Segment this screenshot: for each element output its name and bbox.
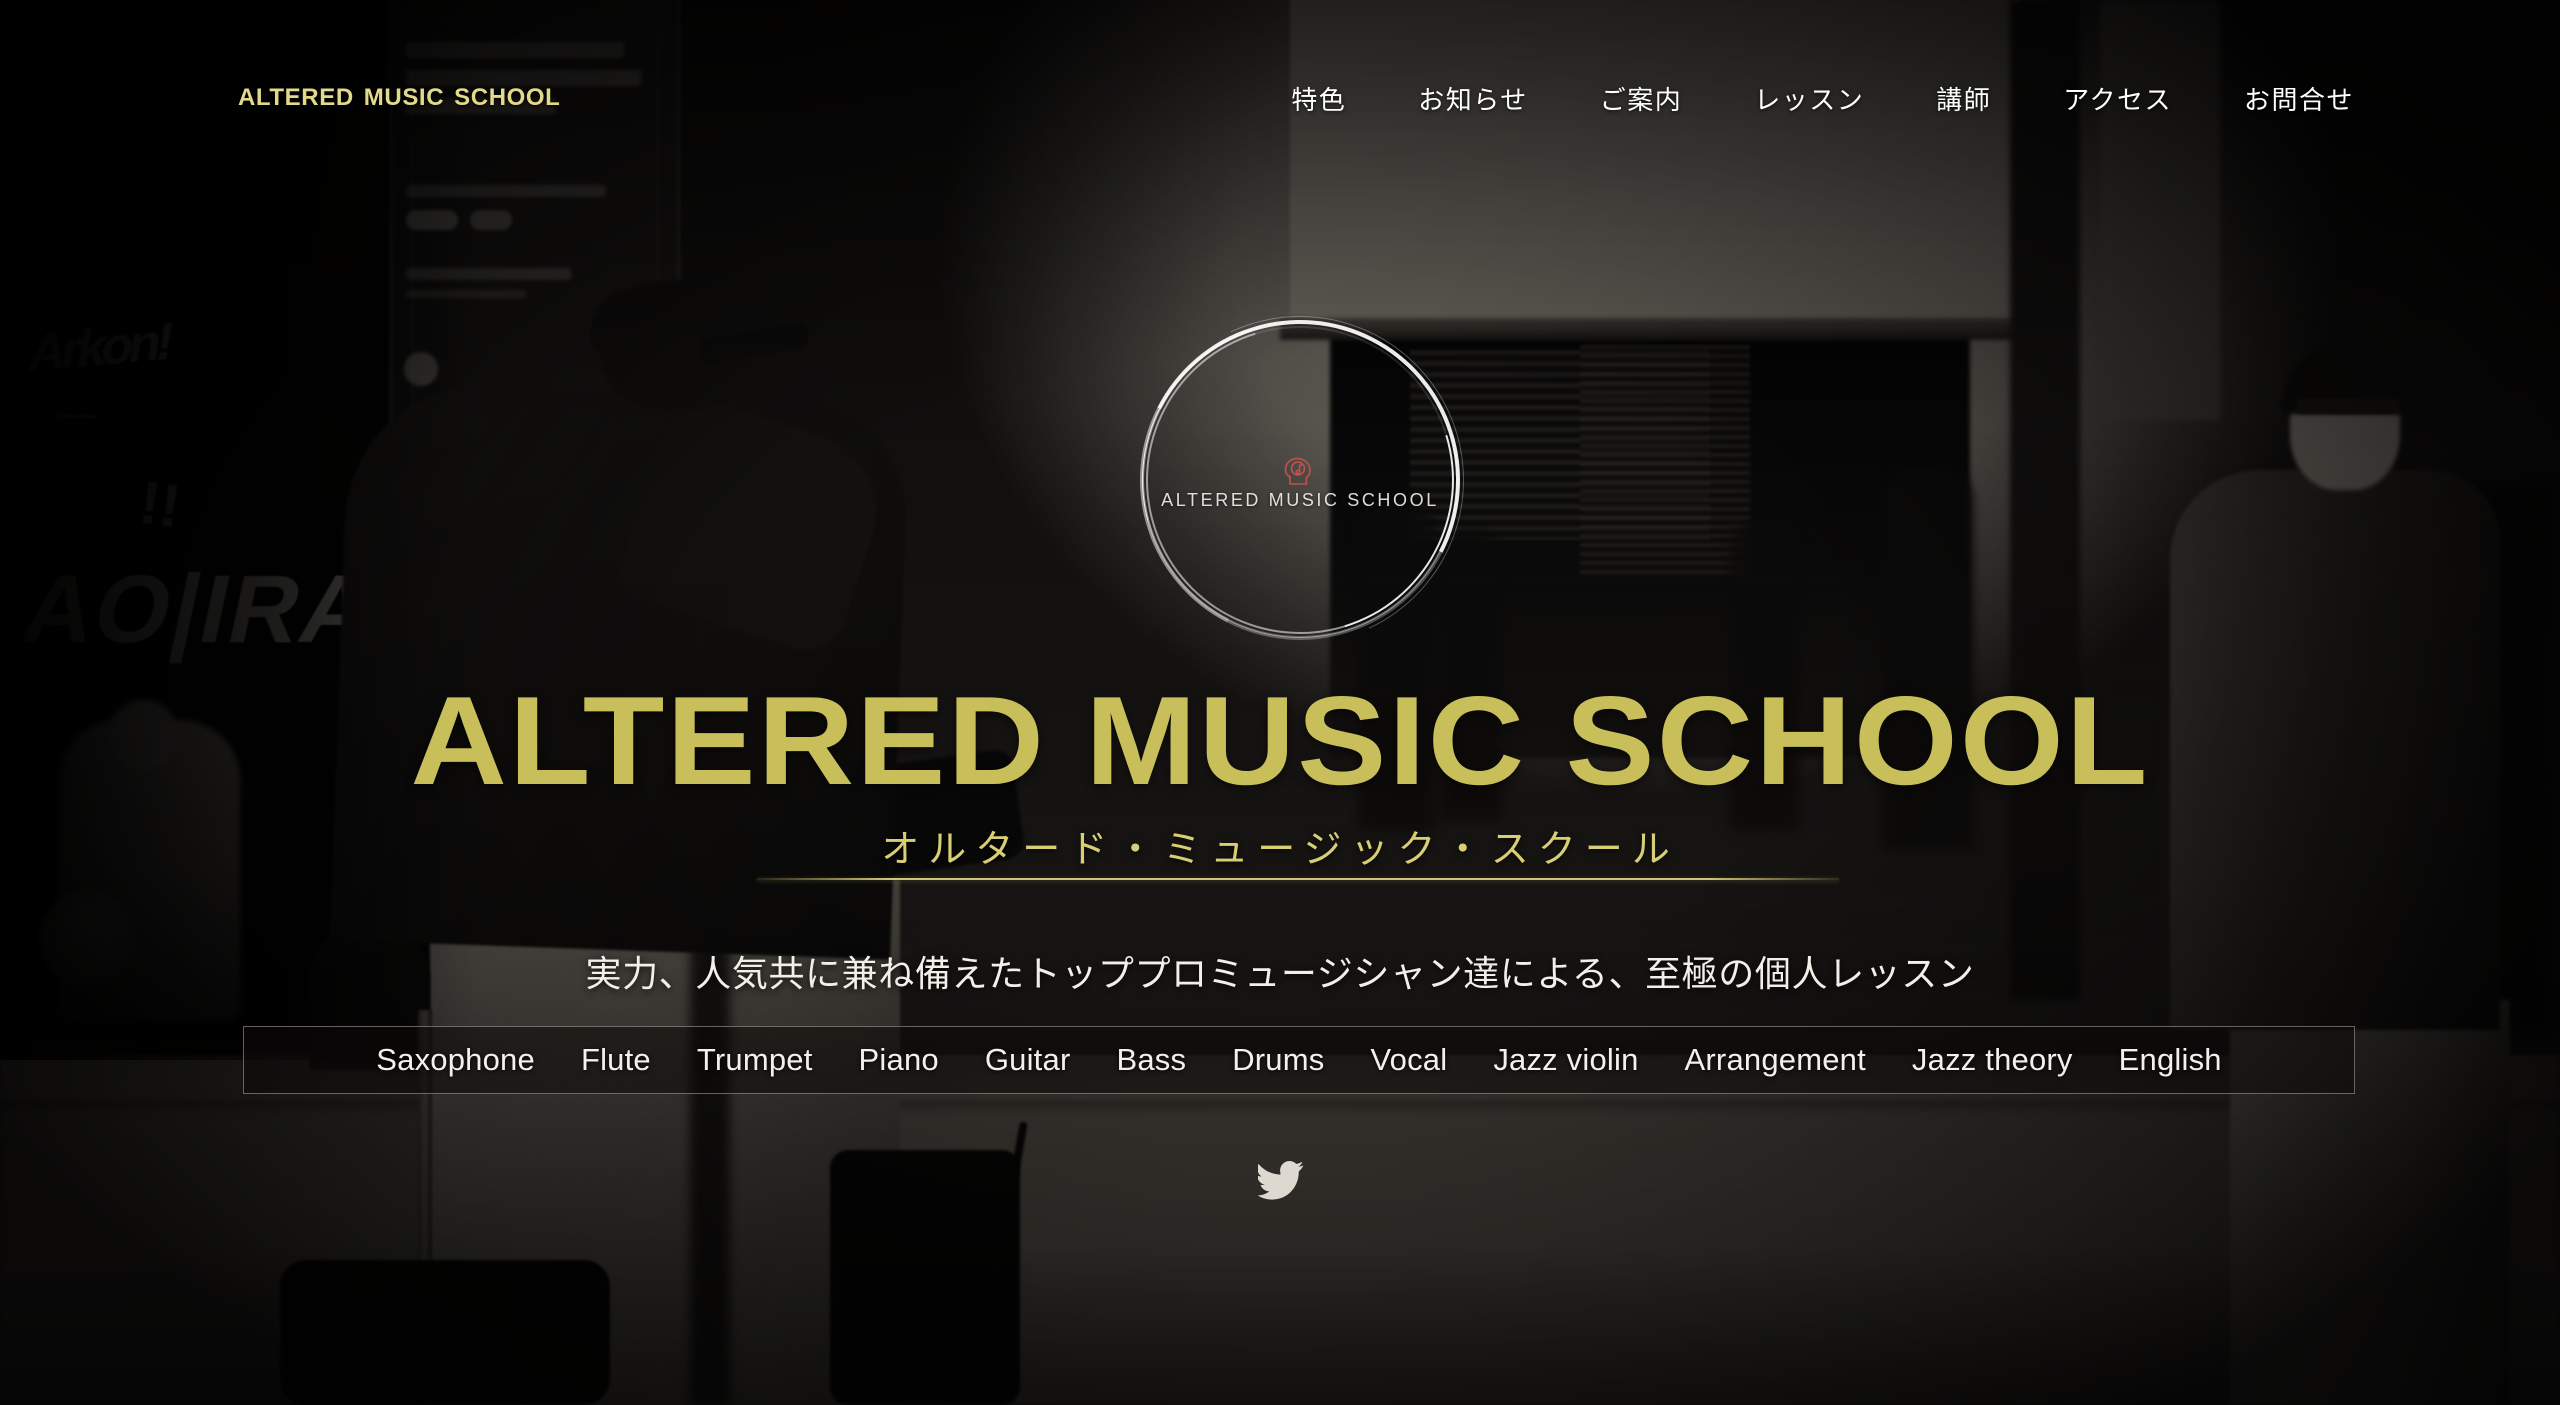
nav-item-news[interactable]: お知らせ bbox=[1382, 80, 1563, 117]
nav-item-contact[interactable]: お問合せ bbox=[2208, 80, 2390, 117]
hero-tagline: 実力、人気共に兼ね備えたトッププロミュージシャン達による、至極の個人レッスン bbox=[585, 953, 1975, 994]
nav-item-instructors[interactable]: 講師 bbox=[1900, 80, 2027, 117]
instrument-guitar[interactable]: Guitar bbox=[962, 1042, 1094, 1078]
instrument-bass[interactable]: Bass bbox=[1093, 1042, 1209, 1078]
hero-content: ALTERED MUSIC SCHOOL ALTERED MUSIC SCHOO… bbox=[0, 0, 2560, 1405]
instrument-trumpet[interactable]: Trumpet bbox=[674, 1042, 836, 1078]
instrument-vocal[interactable]: Vocal bbox=[1347, 1042, 1470, 1078]
hero-subtitle: オルタード・ミュージック・スクール bbox=[881, 829, 1679, 871]
main-navigation: 特色 お知らせ ご案内 レッスン 講師 アクセス お問合せ bbox=[1255, 80, 2390, 117]
instrument-drums[interactable]: Drums bbox=[1209, 1042, 1347, 1078]
instrument-arrangement[interactable]: Arrangement bbox=[1662, 1042, 1889, 1078]
instrument-jazz-theory[interactable]: Jazz theory bbox=[1889, 1042, 2096, 1078]
twitter-icon[interactable] bbox=[1258, 1160, 1304, 1200]
site-logo[interactable]: Altered Music School bbox=[238, 75, 560, 114]
hero-divider bbox=[757, 878, 1839, 880]
nav-item-lessons[interactable]: レッスン bbox=[1718, 80, 1900, 117]
nav-item-information[interactable]: ご案内 bbox=[1564, 80, 1719, 117]
nav-item-access[interactable]: アクセス bbox=[2027, 80, 2208, 117]
instruments-bar: Saxophone Flute Trumpet Piano Guitar Bas… bbox=[243, 1026, 2355, 1094]
instrument-jazz-violin[interactable]: Jazz violin bbox=[1470, 1042, 1661, 1078]
nav-item-features[interactable]: 特色 bbox=[1255, 80, 1382, 117]
site-header: Altered Music School 特色 お知らせ ご案内 レッスン 講師… bbox=[0, 0, 2560, 170]
instrument-english[interactable]: English bbox=[2096, 1042, 2245, 1078]
circular-brand-logo[interactable]: ALTERED MUSIC SCHOOL bbox=[1084, 264, 1516, 696]
instrument-flute[interactable]: Flute bbox=[558, 1042, 674, 1078]
hero-section: Arkon! ~~~ !! AO|IRA bbox=[0, 0, 2560, 1405]
instrument-piano[interactable]: Piano bbox=[836, 1042, 962, 1078]
hero-headline: ALTERED MUSIC SCHOOL bbox=[410, 670, 2150, 811]
head-music-note-icon bbox=[1282, 454, 1318, 490]
instrument-saxophone[interactable]: Saxophone bbox=[353, 1042, 558, 1078]
circular-logo-text: ALTERED MUSIC SCHOOL bbox=[1161, 490, 1439, 510]
